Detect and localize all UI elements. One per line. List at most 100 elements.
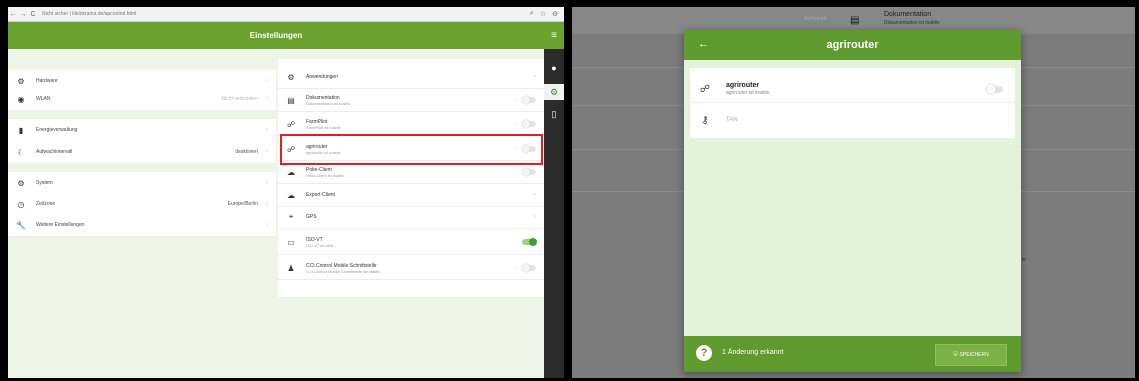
app-row-exportclient[interactable]: ☁ Export-Client ›: [278, 184, 544, 207]
address-bar[interactable]: Nicht sicher | kleinkrama.de/apcontrol.h…: [42, 11, 136, 17]
background-crumb: Sicherheit: [804, 16, 827, 22]
pokeclient-toggle[interactable]: [522, 168, 536, 176]
help-icon[interactable]: ?: [696, 345, 712, 361]
app-row-ccicontrol[interactable]: ♟ CCI.Control Mobile Schnittstelle CCI.Con…: [278, 257, 544, 280]
agrirouter-row[interactable]: ☍ agrirouter agrirouter ist inaktiv: [690, 76, 1015, 103]
app-row-anwendungen[interactable]: ⚙ Anwendungen ›: [278, 66, 544, 89]
change-status: 1 Änderung erkannt: [722, 349, 784, 356]
wrench-icon: 🔧: [16, 220, 26, 230]
chevron-right-icon: ›: [266, 127, 268, 133]
agrirouter-status: agrirouter ist inaktiv: [726, 89, 770, 96]
setting-label: System: [36, 180, 53, 186]
setting-row-system[interactable]: ⚙ System ›: [8, 172, 276, 195]
app-text: FarmPilot FarmPilot ist inaktiv: [306, 119, 341, 130]
wifi-icon: ◉: [17, 94, 25, 104]
dialog-card: ☍ agrirouter agrirouter ist inaktiv ⚷ TA…: [690, 68, 1015, 138]
moon-icon: ☾: [17, 147, 25, 157]
app-row-farmpilot[interactable]: ☍ FarmPilot FarmPilot ist inaktiv ›: [278, 113, 544, 136]
chevron-right-icon: ›: [514, 265, 516, 271]
app-text: Export-Client: [306, 192, 335, 198]
chevron-right-icon: ›: [514, 239, 516, 245]
app-status: Hello-Client ist inaktiv: [306, 172, 345, 178]
chevron-right-icon: ›: [514, 97, 516, 103]
cloud-link-icon: ☍: [286, 119, 296, 129]
setting-row-aufwach[interactable]: ☾ Aufwachintervall deaktiviert ›: [8, 141, 276, 164]
background-doc-sub: Dokumentation ist inaktiv: [884, 20, 940, 26]
search-icon[interactable]: ⌕: [530, 10, 534, 18]
dialog-title: agrirouter: [826, 39, 879, 51]
tan-row[interactable]: ⚷ TAN: [690, 110, 1015, 130]
forward-arrow-icon[interactable]: →: [18, 11, 28, 18]
app-status: CCI.Control Mobile Schnittstelle ist ina…: [306, 268, 381, 274]
document-icon: ▤: [850, 15, 860, 26]
highlight-box: [280, 134, 543, 165]
app-row-isovt[interactable]: ▭ ISO-VT ISO-VT ist aktiv ›: [278, 230, 544, 255]
ccicontrol-toggle[interactable]: [522, 264, 536, 272]
agrirouter-text: agrirouter agrirouter ist inaktiv: [726, 82, 769, 97]
dokumentation-toggle[interactable]: [522, 96, 536, 104]
right-settings-column: ⚙ Anwendungen › ▤ Dokumentation Dokumentation…: [278, 59, 544, 297]
left-settings-column: ⚙ Hardware › ◉ WLAN Nicht verbunden › ▮ Energiev…: [8, 62, 276, 378]
person-icon: ♟: [287, 263, 295, 273]
setting-label: Hardware: [36, 78, 58, 84]
app-title: GPS: [306, 214, 317, 220]
background-doc-title: Dokumentation: [884, 11, 932, 18]
back-arrow-icon[interactable]: ←: [8, 11, 18, 18]
agrirouter-icon: ☍: [699, 83, 711, 95]
save-button[interactable]: 🖫 SPEICHERN: [935, 344, 1007, 366]
profile-icon[interactable]: ⊖: [552, 10, 558, 18]
setting-row-wlan[interactable]: ◉ WLAN Nicht verbunden ›: [8, 88, 276, 111]
setting-label: WLAN: [36, 96, 51, 102]
setting-row-weitere[interactable]: 🔧 Weitere Einstellungen ›: [8, 214, 276, 237]
chevron-right-icon: ›: [266, 78, 268, 84]
app-title-bar: Einstellungen: [8, 22, 544, 49]
farmpilot-toggle[interactable]: [522, 120, 536, 128]
battery-icon: ▮: [18, 125, 24, 135]
app-title: CCI.Control Mobile Schnittstelle: [306, 262, 377, 269]
browser-toolbar: ← → C Nicht sicher | kleinkrama.de/apcon…: [8, 7, 564, 22]
app-text: ISO-VT ISO-VT ist aktiv: [306, 237, 334, 248]
app-status: FarmPilot ist inaktiv: [306, 124, 341, 130]
chevron-right-icon: ›: [266, 149, 268, 155]
circle-icon[interactable]: ●: [548, 62, 560, 74]
save-icon: 🖫: [953, 351, 958, 357]
star-icon[interactable]: ☆: [540, 10, 546, 18]
agrirouter-dialog: ← agrirouter ☍ agrirouter agrirouter ist…: [684, 30, 1021, 372]
chevron-right-icon: ›: [266, 222, 268, 228]
menu-icon[interactable]: ≡: [544, 22, 564, 49]
agrirouter-toggle[interactable]: [986, 84, 1003, 94]
setting-row-zeitzone[interactable]: ◷ Zeitzone Europe/Berlin ›: [8, 193, 276, 216]
setting-row-energie[interactable]: ▮ Energieverwaltung ›: [8, 119, 276, 142]
setting-label: Weitere Einstellungen: [36, 222, 85, 228]
dialog-header: ← agrirouter: [684, 30, 1021, 60]
browser-actions: ⌕ ☆ ⊖: [530, 10, 558, 18]
background-edge-text: le: [1022, 257, 1026, 263]
chevron-right-icon: ›: [514, 121, 516, 127]
clock-icon: ◷: [17, 199, 25, 209]
app-text: Poke-Client Hello-Client ist inaktiv: [306, 167, 344, 178]
app-text: Anwendungen: [306, 74, 338, 80]
setting-value: deaktiviert: [235, 149, 258, 155]
setting-label: Energieverwaltung: [36, 127, 78, 133]
cloud-icon: ☁: [287, 167, 295, 177]
app-status: ISO-VT ist aktiv: [306, 242, 334, 248]
settings-tree-icon[interactable]: ⚙: [544, 84, 564, 100]
chevron-right-icon: ›: [266, 96, 268, 102]
gear-icon: ⚙: [17, 178, 25, 188]
page-title: Einstellungen: [249, 31, 303, 40]
chevron-right-icon: ›: [534, 192, 536, 198]
dialog-footer: ? 1 Änderung erkannt 🖫 SPEICHERN: [684, 336, 1021, 372]
app-text: CCI.Control Mobile Schnittstelle CCI.Cont…: [306, 263, 380, 274]
app-row-gps[interactable]: ⌖ GPS ›: [278, 206, 544, 229]
save-label: SPEICHERN: [959, 352, 989, 358]
chevron-right-icon: ›: [534, 74, 536, 80]
key-icon: ⚷: [701, 114, 709, 126]
isovt-toggle[interactable]: [522, 238, 537, 246]
tablet-icon[interactable]: ▯: [548, 108, 560, 120]
tan-field[interactable]: TAN: [726, 117, 738, 123]
side-rail: ≡ ● ⚙ ▯: [544, 22, 564, 378]
app-status: Dokumentation ist inaktiv: [306, 100, 351, 106]
chevron-right-icon: ›: [266, 201, 268, 207]
reload-icon[interactable]: C: [28, 11, 38, 18]
app-row-dokumentation[interactable]: ▤ Dokumentation Dokumentation ist inaktiv ›: [278, 89, 544, 112]
